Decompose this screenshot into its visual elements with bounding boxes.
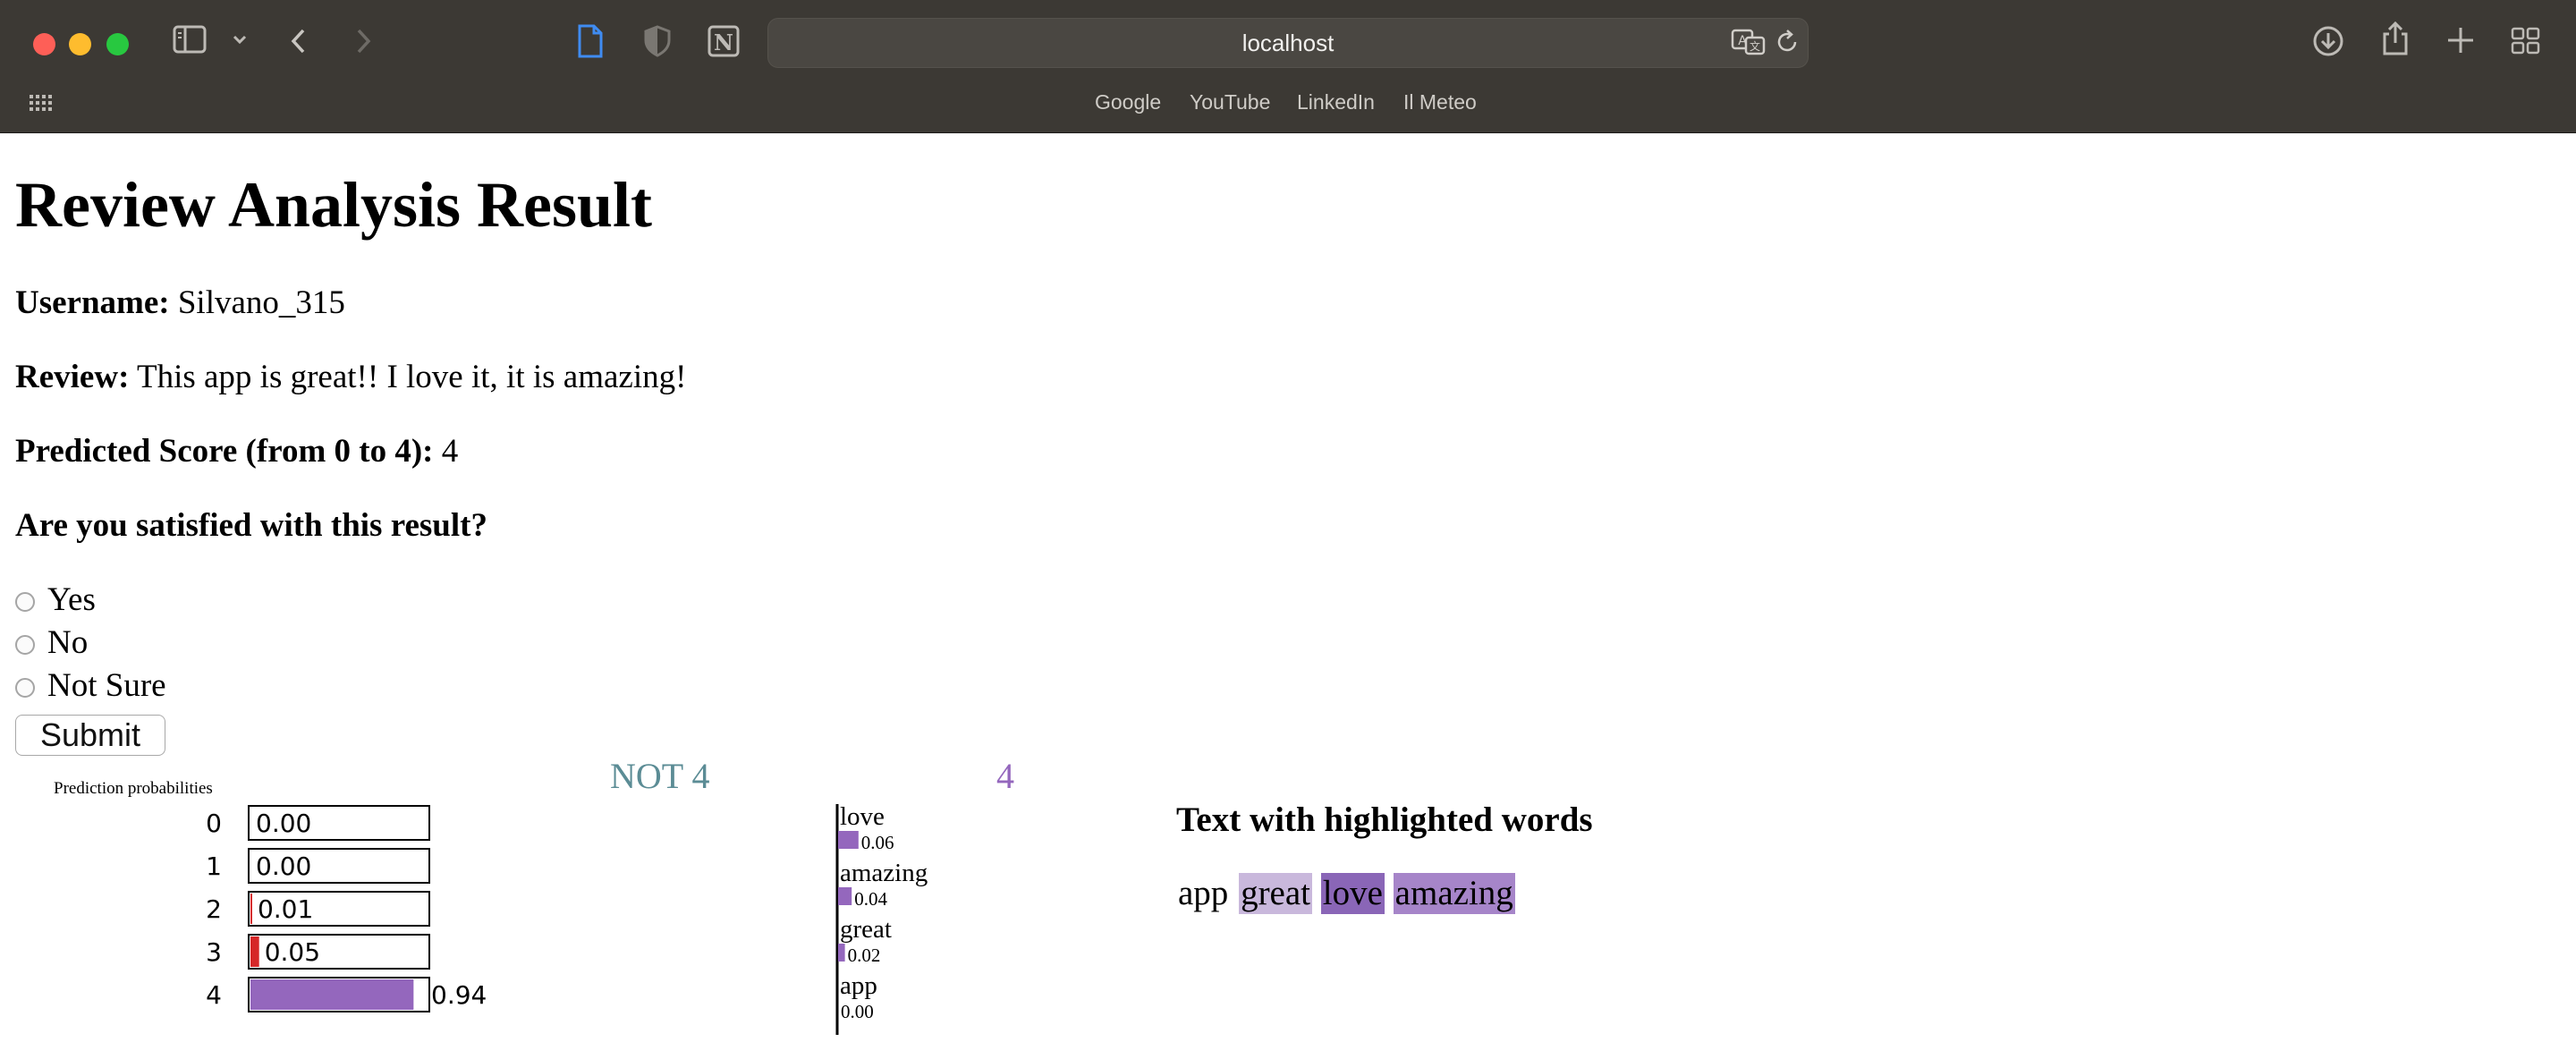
probability-value-label: 0.05 — [265, 937, 320, 967]
privacy-shield-icon[interactable] — [643, 25, 672, 57]
option-not-sure-label: Not Sure — [47, 667, 166, 704]
satisfaction-question-text: Are you satisfied with this result? — [15, 507, 487, 544]
class-label-4: 4 — [996, 756, 1014, 796]
address-bar[interactable]: localhost A文 — [767, 18, 1809, 68]
favorite-google[interactable]: Google — [1095, 90, 1161, 114]
favorites-bar: Google YouTube LinkedIn Il Meteo — [0, 90, 2576, 117]
highlighted-text-title: Text with highlighted words — [1176, 801, 1593, 839]
page-content: Review Analysis Result Username: Silvano… — [0, 133, 2576, 1059]
feature-word-label: love — [840, 804, 885, 831]
class-label-not-4: NOT 4 — [610, 756, 710, 796]
option-yes-label: Yes — [47, 581, 96, 618]
highlighted-word: love — [1320, 873, 1385, 914]
probability-bar — [250, 894, 252, 924]
fullscreen-window-button[interactable] — [106, 33, 129, 55]
option-not-sure[interactable]: Not Sure — [15, 666, 166, 706]
new-tab-plus-icon[interactable] — [2445, 24, 2477, 56]
share-icon[interactable] — [2380, 20, 2411, 57]
probability-bar — [250, 979, 414, 1010]
chart-title: Prediction probabilities — [54, 779, 213, 798]
svg-text:N: N — [714, 30, 733, 55]
class-tick-label: 1 — [206, 851, 222, 881]
back-arrow-icon[interactable] — [288, 25, 309, 57]
downloads-icon[interactable] — [2311, 24, 2345, 58]
page-document-icon[interactable] — [576, 23, 605, 59]
highlighted-text: app great love amazing — [1176, 873, 1515, 914]
class-tick-label: 0 — [206, 809, 222, 838]
minimize-window-button[interactable] — [69, 33, 91, 55]
option-yes[interactable]: Yes — [15, 580, 96, 620]
prediction-probabilities-chart: Prediction probabilities 0 0.00 1 0.00 2 0.01 3… — [54, 779, 487, 1012]
feature-weight-value: 0.02 — [848, 945, 881, 966]
feature-weight-value: 0.04 — [854, 888, 887, 910]
highlighted-word: app — [1178, 874, 1229, 912]
feature-weights-chart: love0.06 amazing0.04 great0.02 app0.00 — [835, 804, 928, 1035]
chevron-down-icon[interactable] — [231, 27, 249, 54]
forward-arrow-icon[interactable] — [352, 25, 374, 57]
review-line: Review: This app is great!! I love it, i… — [15, 358, 686, 397]
reload-icon[interactable] — [1774, 28, 1801, 56]
review-label: Review: — [15, 359, 130, 395]
class-tick-label: 3 — [206, 937, 222, 967]
favorite-il-meteo[interactable]: Il Meteo — [1403, 90, 1477, 114]
sidebar-toggle-icon[interactable] — [173, 23, 208, 55]
feature-weight-bar — [838, 887, 852, 905]
feature-weight-value: 0.00 — [841, 1001, 874, 1022]
class-tick-label: 2 — [206, 894, 222, 924]
feature-weight-bar — [838, 944, 845, 962]
probability-value-label: 0.00 — [256, 809, 311, 838]
predicted-score-line: Predicted Score (from 0 to 4): 4 — [15, 432, 458, 471]
svg-text:文: 文 — [1750, 39, 1760, 53]
page-title: Review Analysis Result — [15, 169, 653, 241]
submit-button[interactable]: Submit — [15, 715, 165, 756]
feature-word-label: app — [840, 971, 877, 1000]
class-tick-label: 4 — [206, 980, 222, 1010]
probability-value-label: 0.01 — [258, 894, 313, 924]
feature-word-label: amazing — [840, 859, 928, 887]
favorite-youtube[interactable]: YouTube — [1190, 90, 1270, 114]
probability-value-label: 0.00 — [256, 851, 311, 881]
browser-toolbar: N localhost A文 Google YouTube LinkedIn I… — [0, 0, 2576, 133]
predicted-score-label: Predicted Score (from 0 to 4): — [15, 433, 434, 470]
url-text: localhost — [1241, 30, 1335, 56]
notion-icon[interactable]: N — [707, 24, 741, 58]
highlighted-word: amazing — [1393, 873, 1515, 914]
radio-yes[interactable] — [15, 592, 35, 612]
radio-no[interactable] — [15, 635, 35, 655]
option-no-label: No — [47, 624, 89, 661]
tab-overview-icon[interactable] — [2510, 25, 2542, 57]
radio-not-sure[interactable] — [15, 678, 35, 698]
username-line: Username: Silvano_315 — [15, 284, 345, 323]
username-value: Silvano_315 — [177, 284, 345, 321]
close-window-button[interactable] — [33, 33, 55, 55]
highlighted-word: great — [1239, 873, 1313, 914]
satisfaction-question: Are you satisfied with this result? — [15, 506, 487, 546]
favorite-linkedin[interactable]: LinkedIn — [1297, 90, 1375, 114]
feature-weight-value: 0.06 — [861, 832, 894, 853]
feature-weight-bar — [838, 831, 859, 849]
username-label: Username: — [15, 284, 170, 321]
review-value: This app is great!! I love it, it is ama… — [136, 359, 687, 395]
option-no[interactable]: No — [15, 623, 88, 663]
feature-word-label: great — [840, 915, 892, 944]
translate-icon[interactable]: A文 — [1731, 26, 1767, 58]
probability-bar — [250, 936, 259, 967]
probability-value-label: 0.94 — [431, 980, 487, 1010]
predicted-score-value: 4 — [441, 433, 459, 470]
